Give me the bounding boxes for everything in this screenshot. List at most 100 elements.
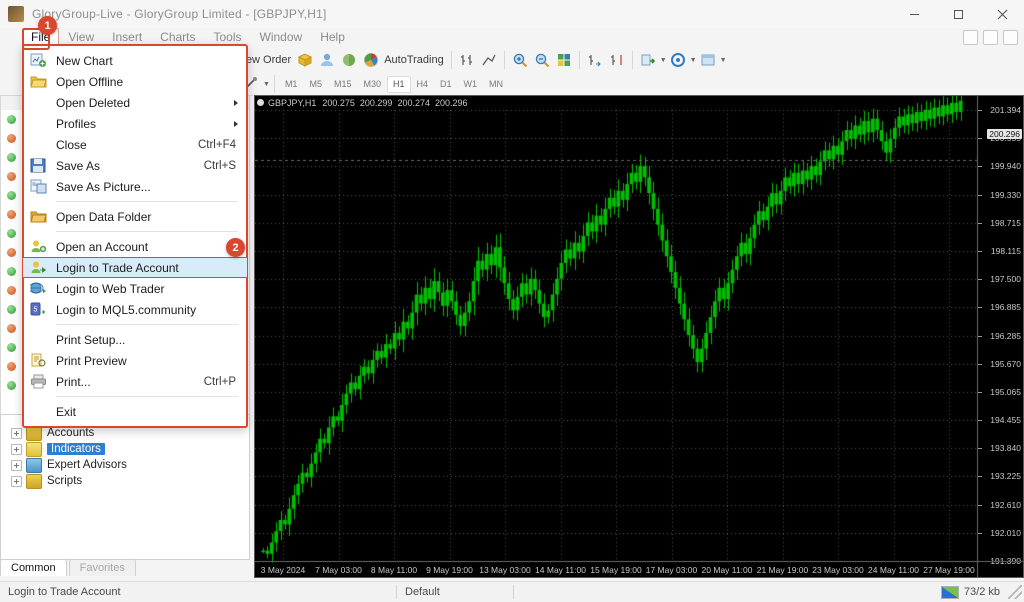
menu-help[interactable]: Help [311, 28, 354, 47]
file-menu-dropdown[interactable]: New Chart Open Offline Open Deleted Profile… [22, 44, 248, 428]
file-menu-item-label: Login to MQL5.community [56, 302, 197, 317]
tab-favorites[interactable]: Favorites [68, 559, 136, 576]
file-menu-item-save-as-picture[interactable]: Save As Picture... [24, 176, 246, 197]
menu-separator [56, 231, 238, 232]
save-picture-icon [30, 179, 47, 194]
zoom-out-icon[interactable] [533, 51, 551, 69]
price-tick-mark [978, 448, 982, 450]
resize-grip-icon[interactable] [1008, 585, 1022, 599]
data-folder-icon [30, 209, 47, 224]
price-down-icon [7, 324, 16, 333]
chart-shift-toggle-icon[interactable] [608, 51, 626, 69]
file-menu-item-open-an-account[interactable]: Open an Account [24, 236, 246, 257]
menu-icon-placeholder [30, 332, 47, 347]
file-menu-item-print[interactable]: Print... Ctrl+P [24, 371, 246, 392]
chart-shift-icon[interactable] [555, 51, 573, 69]
profile-icon[interactable] [318, 51, 336, 69]
price-tick-mark [978, 279, 982, 281]
metaeditor-icon[interactable] [340, 51, 358, 69]
expand-icon[interactable] [11, 475, 22, 487]
timeframe-d1[interactable]: D1 [434, 76, 458, 93]
file-menu-item-open-data-folder[interactable]: Open Data Folder [24, 206, 246, 227]
chart-panel[interactable]: GBPJPY,H1 200.275 200.299 200.274 200.29… [254, 95, 1024, 578]
chart-header: GBPJPY,H1 200.275 200.299 200.274 200.29… [255, 96, 473, 109]
cursor-caret-icon[interactable]: ▼ [263, 81, 270, 88]
timeframe-m15[interactable]: M15 [328, 76, 358, 93]
minimize-button[interactable] [892, 0, 936, 28]
expand-icon[interactable] [11, 459, 22, 471]
time-tick-label: 3 May 2024 [260, 565, 306, 575]
autotrading-icon[interactable] [362, 51, 380, 69]
autoscroll-icon[interactable] [586, 51, 604, 69]
file-menu-item-save-as[interactable]: Save As Ctrl+S [24, 155, 246, 176]
bar-chart-icon[interactable] [458, 51, 476, 69]
new-order-icon[interactable] [296, 51, 314, 69]
file-menu-item-label: Save As Picture... [56, 179, 151, 194]
timeframe-m5[interactable]: M5 [303, 76, 328, 93]
chart-symbol-label: GBPJPY,H1 [268, 97, 317, 108]
close-child-icon[interactable] [1003, 30, 1018, 45]
expand-icon[interactable] [11, 443, 22, 455]
file-menu-item-open-deleted[interactable]: Open Deleted [24, 92, 246, 113]
navigator-item-indicators[interactable]: Indicators [1, 441, 249, 457]
menu-window[interactable]: Window [251, 28, 312, 47]
price-tick-label: 193.840 [990, 443, 1021, 454]
maximize-button[interactable] [936, 0, 980, 28]
file-menu-item-label: Login to Web Trader [56, 281, 165, 296]
print-preview-icon [30, 353, 47, 368]
file-menu-item-label: Open Data Folder [56, 209, 152, 224]
file-menu-item-profiles[interactable]: Profiles [24, 113, 246, 134]
file-menu-item-print-setup[interactable]: Print Setup... [24, 329, 246, 350]
file-menu-item-print-preview[interactable]: Print Preview [24, 350, 246, 371]
periods-caret-icon[interactable]: ▼ [690, 57, 697, 64]
time-tick-label: 13 May 03:00 [479, 565, 531, 575]
file-menu-item-new-chart[interactable]: New Chart [24, 50, 246, 71]
timeframe-h1[interactable]: H1 [387, 75, 411, 93]
step-badge-2: 2 [226, 238, 245, 257]
indicators-icon[interactable] [639, 51, 657, 69]
price-chart-canvas[interactable] [255, 96, 1023, 577]
file-menu-item-label: Profiles [56, 116, 97, 131]
zoom-in-icon[interactable] [511, 51, 529, 69]
periods-icon[interactable] [669, 51, 687, 69]
time-axis[interactable]: 3 May 2024 7 May 03:00 8 May 11:00 9 May 19… [255, 561, 1023, 577]
autotrading-label[interactable]: AutoTrading [384, 54, 444, 66]
expert-advisors-folder-icon [26, 457, 42, 473]
price-up-icon [7, 229, 16, 238]
time-tick-label: 24 May 11:00 [868, 565, 919, 575]
current-price-label: 200.296 [987, 129, 1022, 139]
restore-child-icon[interactable] [963, 30, 978, 45]
timeframe-m1[interactable]: M1 [279, 76, 304, 93]
indicators-caret-icon[interactable]: ▼ [660, 57, 667, 64]
file-menu-item-close[interactable]: Close Ctrl+F4 [24, 134, 246, 155]
timeframe-h4[interactable]: H4 [411, 76, 435, 93]
app-logo-icon [8, 6, 24, 22]
timeframe-w1[interactable]: W1 [458, 76, 484, 93]
file-menu-item-login-to-mql5-community[interactable]: 5 Login to MQL5.community [24, 299, 246, 320]
timeframe-mn[interactable]: MN [483, 76, 509, 93]
open-account-icon [30, 239, 47, 254]
time-tick-label: 14 May 11:00 [535, 565, 586, 575]
expand-icon[interactable] [11, 427, 22, 439]
menu-icon-placeholder [30, 137, 47, 152]
toolbar-separator-2 [503, 51, 505, 69]
status-traffic: 73/2 kb [963, 586, 1000, 598]
templates-icon[interactable] [699, 51, 717, 69]
navigator-item-scripts[interactable]: Scripts [1, 473, 249, 489]
timeframe-m30[interactable]: M30 [357, 76, 387, 93]
file-menu-item-label: Open an Account [56, 239, 149, 254]
price-axis[interactable]: 201.394200.555199.940199.330198.715198.1… [977, 96, 1023, 577]
toolbar-separator-4 [631, 51, 633, 69]
navigator-item-expert-advisors[interactable]: Expert Advisors [1, 457, 249, 473]
templates-caret-icon[interactable]: ▼ [720, 57, 727, 64]
minimize-child-icon[interactable] [983, 30, 998, 45]
price-tick-label: 194.455 [990, 415, 1021, 426]
file-menu-item-login-to-web-trader[interactable]: Login to Web Trader [24, 278, 246, 299]
close-button[interactable] [980, 0, 1024, 28]
line-chart-icon[interactable] [480, 51, 498, 69]
file-menu-item-login-to-trade-account[interactable]: Login to Trade Account [22, 257, 248, 278]
tab-common[interactable]: Common [0, 559, 67, 576]
price-tick-label: 193.225 [990, 471, 1021, 482]
file-menu-item-exit[interactable]: Exit [24, 401, 246, 422]
file-menu-item-open-offline[interactable]: Open Offline [24, 71, 246, 92]
